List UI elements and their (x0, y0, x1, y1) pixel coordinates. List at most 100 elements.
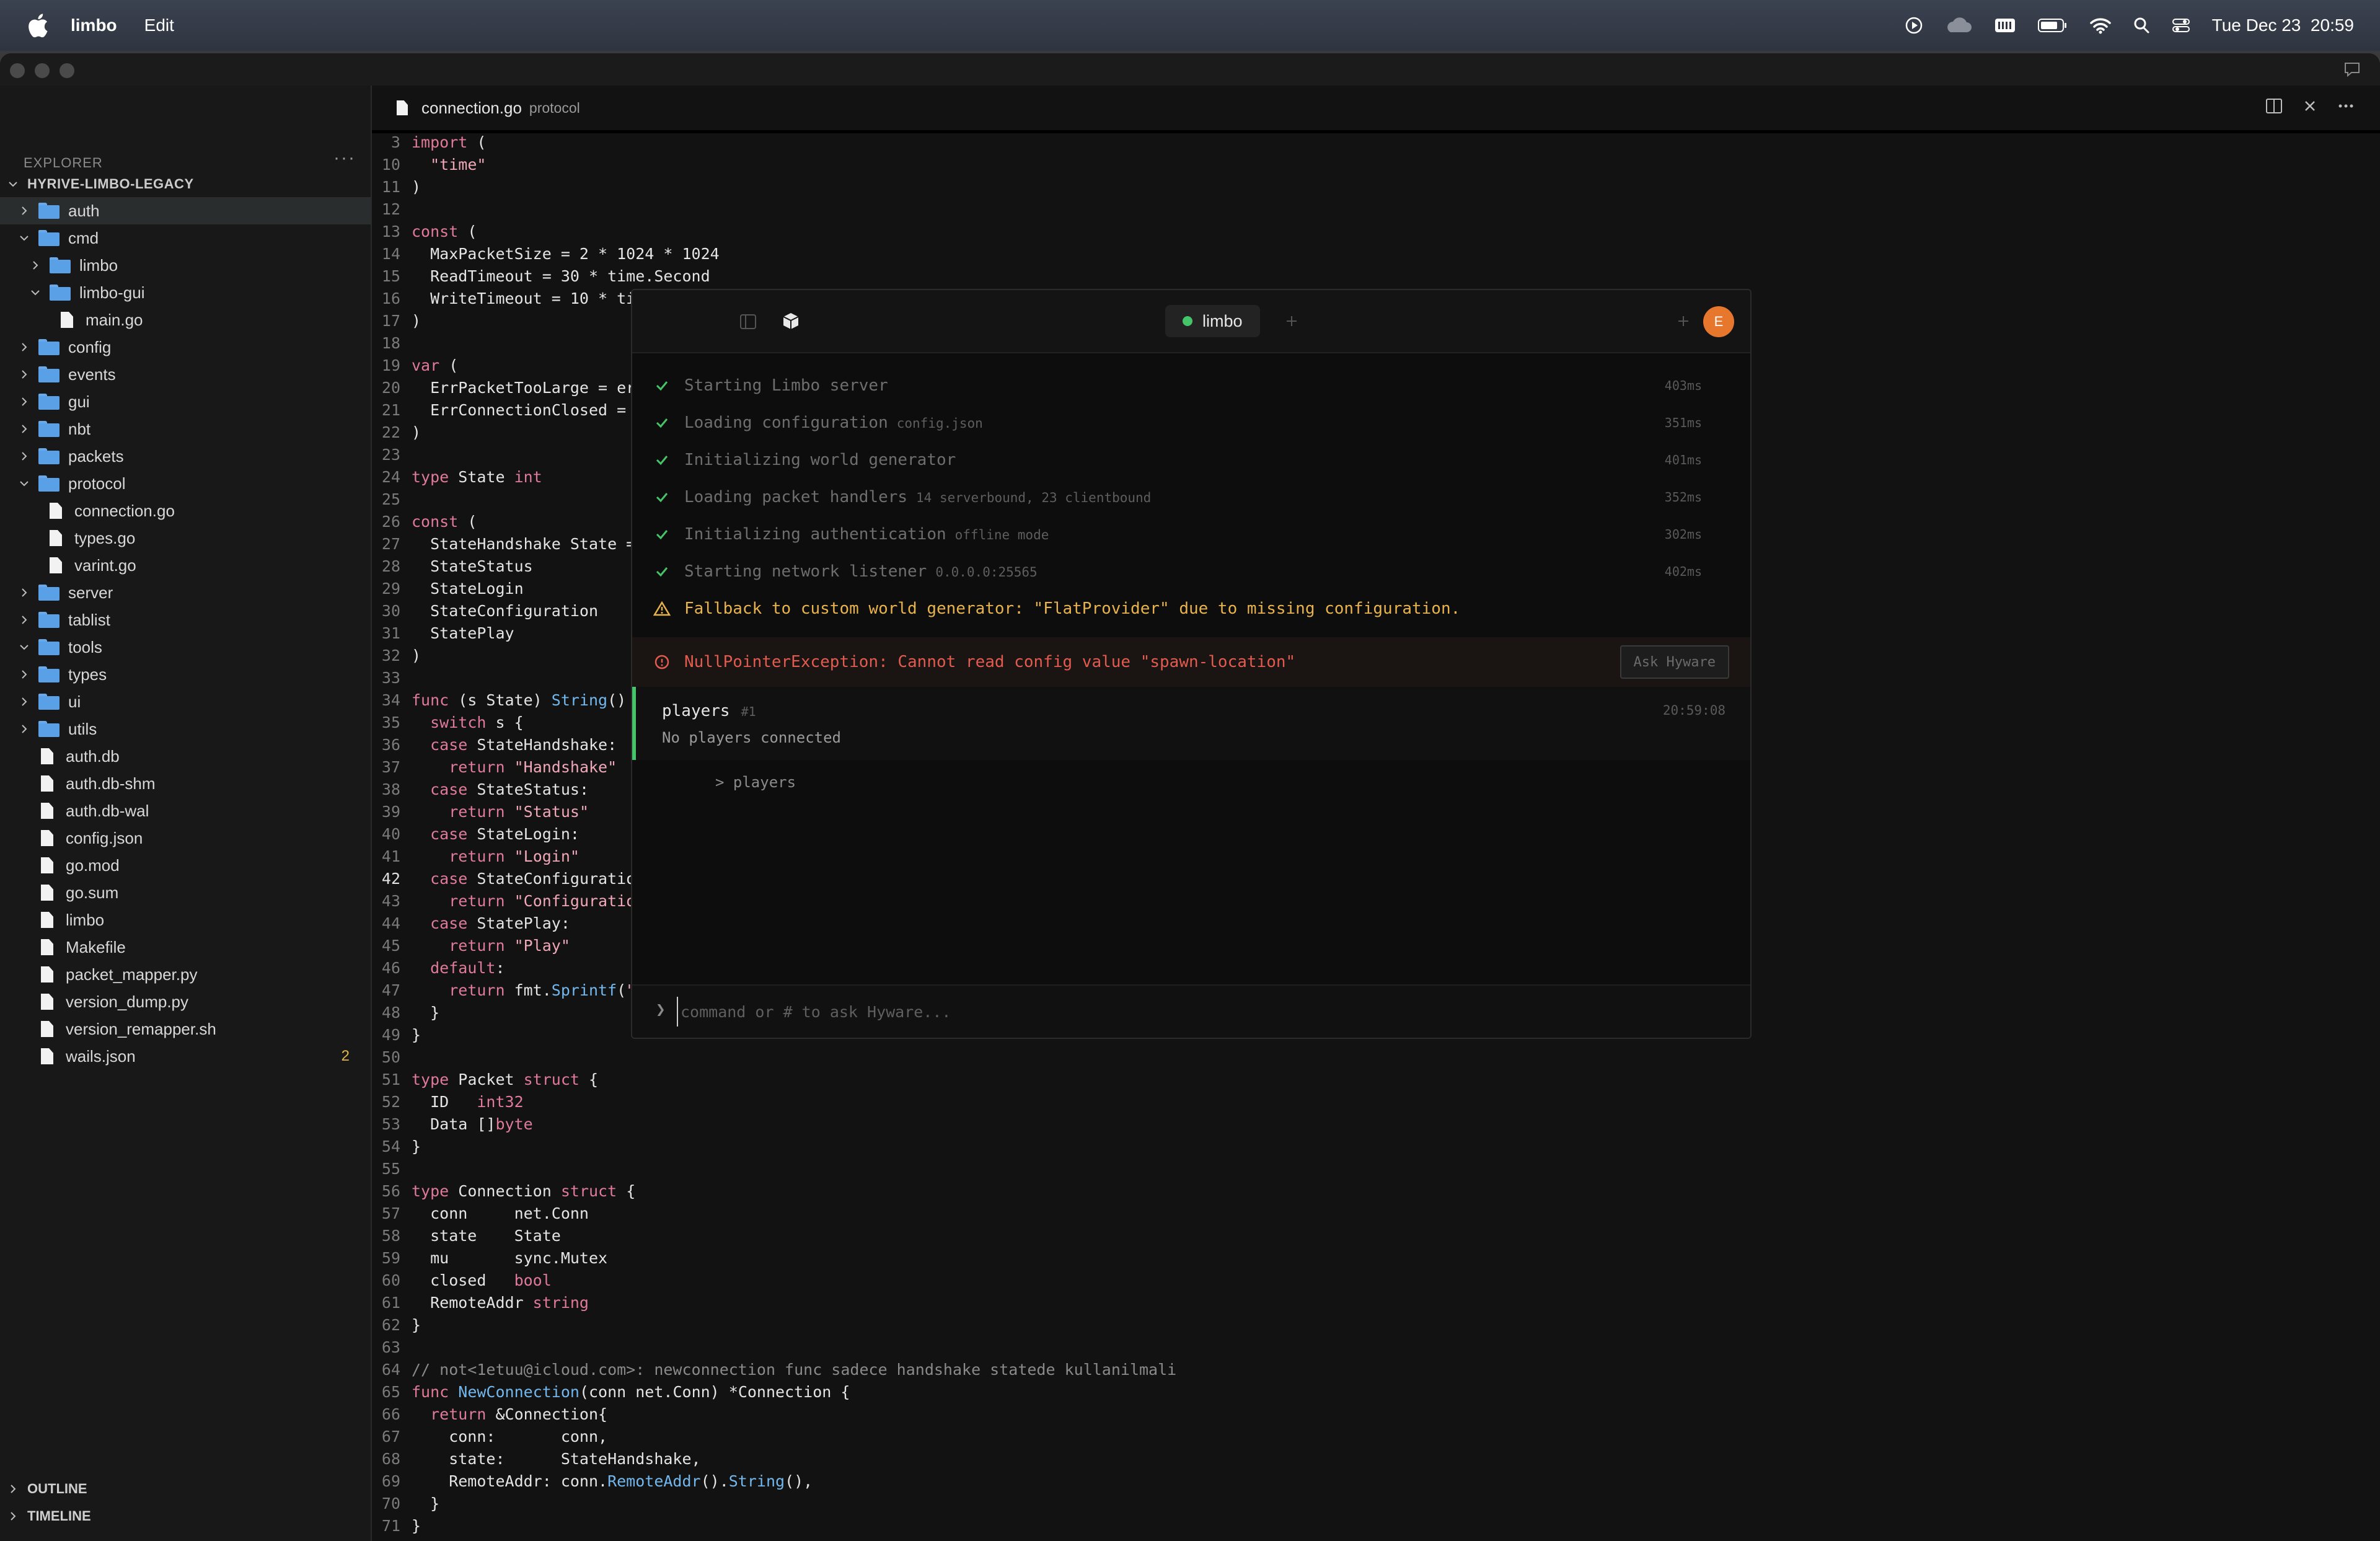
code-text: } (412, 1316, 421, 1334)
line-number: 57 (381, 1204, 400, 1222)
folder-icon (50, 257, 71, 273)
tree-item-label: wails.json (66, 1046, 136, 1066)
file-item[interactable]: config.json (0, 824, 371, 852)
file-icon (41, 775, 53, 792)
control-center-icon[interactable] (2171, 16, 2191, 35)
file-item[interactable]: version_dump.py (0, 988, 371, 1015)
folder-item[interactable]: server (0, 579, 371, 606)
tree-item-label: Makefile (66, 937, 126, 956)
file-item[interactable]: go.mod (0, 852, 371, 879)
step-text: Loading packet handlers 14 serverbound, 2… (684, 488, 1151, 506)
line-number: 46 (381, 959, 400, 977)
step-duration: 401ms (1664, 453, 1702, 467)
apple-icon[interactable] (25, 12, 50, 39)
tab-connection-go[interactable]: connection.go protocol (397, 86, 580, 130)
file-item[interactable]: connection.go (0, 497, 371, 524)
folder-item[interactable]: tablist (0, 606, 371, 634)
tree-item-label: packet_mapper.py (66, 965, 198, 984)
folder-item[interactable]: utils (0, 715, 371, 743)
file-item[interactable]: limbo (0, 906, 371, 934)
file-item[interactable]: types.go (0, 524, 371, 552)
tree-item-label: version_dump.py (66, 992, 188, 1011)
battery-icon[interactable] (2037, 17, 2068, 34)
folder-icon (38, 203, 60, 219)
file-item[interactable]: Makefile (0, 934, 371, 961)
folder-item[interactable]: limbo (0, 252, 371, 279)
code-text: } (412, 1495, 440, 1512)
step-duration: 302ms (1664, 527, 1702, 542)
folder-icon (38, 366, 60, 382)
folder-item[interactable]: config (0, 333, 371, 361)
folder-item[interactable]: auth (0, 197, 371, 224)
sidebar-toggle-icon[interactable] (739, 312, 757, 331)
step-label: Loading packet handlers (684, 488, 908, 506)
code-text: StateStatus (412, 557, 533, 575)
new-session-icon[interactable] (1284, 314, 1299, 329)
timeline-section[interactable]: TIMELINE (0, 1503, 371, 1530)
menu-edit[interactable]: Edit (144, 15, 174, 35)
file-item[interactable]: auth.db-shm (0, 770, 371, 797)
folder-item[interactable]: limbo-gui (0, 279, 371, 306)
code-text: RemoteAddr string (412, 1294, 589, 1312)
play-circle-icon[interactable] (1905, 16, 1923, 35)
wifi-icon[interactable] (2089, 16, 2112, 35)
file-icon (41, 966, 53, 982)
app-name[interactable]: limbo (71, 15, 117, 35)
folder-item[interactable]: packets (0, 443, 371, 470)
tree-item-label: auth.db (66, 746, 120, 766)
close-icon[interactable] (2302, 98, 2318, 114)
keyboard-icon[interactable] (1994, 16, 2016, 35)
file-item[interactable]: auth.db-wal (0, 797, 371, 824)
folder-item[interactable]: gui (0, 388, 371, 415)
file-item[interactable]: main.go (0, 306, 371, 333)
code-text: func NewConnection(conn net.Conn) *Conne… (412, 1383, 850, 1401)
split-editor-icon[interactable] (2265, 97, 2283, 115)
search-icon[interactable] (2133, 16, 2150, 35)
session-name: limbo (1202, 311, 1243, 330)
file-item[interactable]: auth.db (0, 743, 371, 770)
step-label: Starting Limbo server (684, 376, 888, 395)
command-input[interactable] (677, 997, 1673, 1027)
folder-item[interactable]: nbt (0, 415, 371, 443)
line-number: 29 (381, 580, 400, 598)
code-text: conn net.Conn (412, 1204, 589, 1222)
file-item[interactable]: packet_mapper.py (0, 961, 371, 988)
cloud-icon[interactable] (1944, 16, 1973, 35)
file-item[interactable]: version_remapper.sh (0, 1015, 371, 1043)
file-item[interactable]: go.sum (0, 879, 371, 906)
avatar[interactable]: E (1703, 306, 1734, 337)
clock[interactable]: Tue Dec 23 20:59 (2212, 15, 2354, 35)
folder-item[interactable]: tools (0, 634, 371, 661)
step-label: Starting network listener (684, 562, 927, 581)
file-item[interactable]: wails.json 2 (0, 1043, 371, 1070)
close-window-button[interactable] (10, 63, 25, 78)
line-number: 33 (381, 669, 400, 687)
step-text: Starting Limbo server (684, 376, 888, 395)
folder-icon (38, 339, 60, 355)
folder-item[interactable]: events (0, 361, 371, 388)
chat-icon[interactable] (2343, 61, 2361, 78)
folder-icon (38, 448, 60, 464)
chevron-right-icon (16, 694, 32, 710)
project-root[interactable]: HYRIVE-LIMBO-LEGACY (0, 171, 371, 197)
more-icon[interactable] (2337, 98, 2355, 114)
file-icon (50, 557, 62, 573)
zoom-window-button[interactable] (60, 63, 74, 78)
more-actions-icon[interactable]: ··· (333, 148, 356, 169)
cube-icon[interactable] (781, 311, 801, 331)
session-tab[interactable]: limbo (1165, 305, 1260, 337)
code-text: type State int (412, 468, 542, 486)
folder-item[interactable]: protocol (0, 470, 371, 497)
add-icon[interactable] (1676, 314, 1691, 329)
command-block[interactable]: players #1 No players connected 20:59:08 (632, 687, 1750, 760)
code-text: // not<1etuu@icloud.com>: newconnection … (412, 1361, 1177, 1379)
ask-hyware-button[interactable]: Ask Hyware (1620, 645, 1729, 679)
line-number: 35 (381, 713, 400, 731)
code-text: closed bool (412, 1271, 552, 1289)
folder-item[interactable]: ui (0, 688, 371, 715)
outline-section[interactable]: OUTLINE (0, 1475, 371, 1503)
folder-item[interactable]: types (0, 661, 371, 688)
file-item[interactable]: varint.go (0, 552, 371, 579)
folder-item[interactable]: cmd (0, 224, 371, 252)
minimize-window-button[interactable] (35, 63, 50, 78)
